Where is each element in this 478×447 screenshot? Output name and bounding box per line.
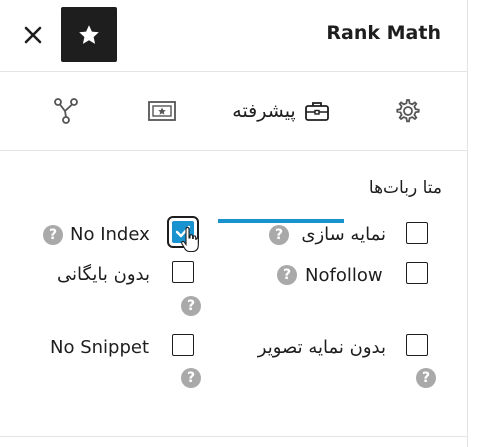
active-tab-indicator (218, 219, 344, 223)
rank-math-sidebar-panel: Rank Math (0, 0, 478, 447)
noarchive-help-icon[interactable]: ? (181, 296, 201, 316)
index-help-icon[interactable]: ? (269, 225, 289, 245)
noindex-label: No Index (70, 224, 150, 245)
noindex-checkbox[interactable] (172, 221, 194, 243)
tab-advanced[interactable]: پیشرفته (218, 72, 344, 150)
tab-advanced-label: پیشرفته (232, 100, 296, 122)
panel-header: Rank Math (0, 0, 467, 72)
tab-social[interactable] (134, 72, 190, 150)
index-label: نمایه سازی (301, 224, 386, 245)
noimageindex-label: بدون نمایه تصویر (257, 337, 386, 358)
index-checkbox[interactable] (406, 222, 428, 244)
panel-edge (467, 0, 468, 447)
social-card-icon (148, 101, 176, 121)
nosnippet-label: No Snippet (50, 337, 150, 358)
schema-nodes-icon (54, 98, 78, 124)
nofollow-help-icon[interactable]: ? (277, 265, 297, 285)
checkmark-icon (175, 225, 190, 237)
panel-title: Rank Math (326, 22, 441, 44)
robots-meta-title: متا ربات‌ها (368, 178, 442, 198)
noimageindex-checkbox[interactable] (406, 334, 428, 356)
noindex-help-icon[interactable]: ? (43, 225, 63, 245)
close-button[interactable] (16, 18, 50, 52)
star-icon (79, 24, 99, 44)
gear-icon (396, 99, 420, 123)
nofollow-label: Nofollow (305, 265, 383, 286)
pin-star-button[interactable] (61, 7, 117, 62)
nosnippet-help-icon[interactable]: ? (181, 368, 201, 388)
noarchive-label: بدون بایگانی (56, 264, 150, 285)
noimageindex-help-icon[interactable]: ? (416, 368, 436, 388)
nofollow-checkbox[interactable] (406, 262, 428, 284)
briefcase-icon (304, 102, 329, 121)
section-divider (0, 436, 467, 437)
tab-schema[interactable] (38, 72, 94, 150)
close-icon (24, 26, 42, 44)
noarchive-checkbox[interactable] (172, 261, 194, 283)
tab-general[interactable] (380, 72, 436, 150)
nosnippet-checkbox[interactable] (172, 334, 194, 356)
tab-bar: پیشرفته (0, 72, 467, 223)
